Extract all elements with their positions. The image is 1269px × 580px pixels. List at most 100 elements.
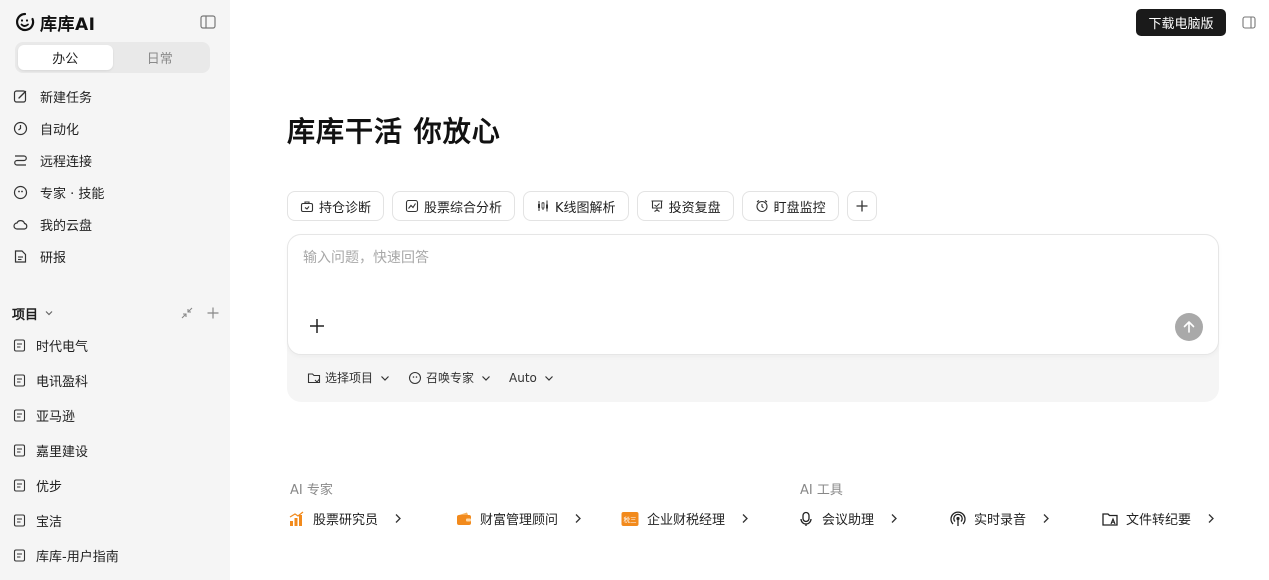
chip-label: 持仓诊断 xyxy=(319,200,372,216)
chip-investment-review[interactable]: 投资复盘 xyxy=(636,191,734,221)
project-label: 优步 xyxy=(36,480,63,495)
brand[interactable]: 库库AI xyxy=(14,10,95,35)
add-chip-button[interactable] xyxy=(846,191,877,221)
sidebar-nav: 新建任务 自动化 远程连接 专家 · 技能 我的云盘 研报 xyxy=(0,80,230,272)
question-input[interactable] xyxy=(303,248,1183,268)
chevron-right-icon xyxy=(395,514,401,523)
folder-icon xyxy=(307,372,321,383)
document-icon xyxy=(13,514,26,527)
tool-label: 股票研究员 xyxy=(313,513,379,528)
expert-item[interactable]: 股票研究员 xyxy=(289,509,402,528)
chevron-down-icon xyxy=(381,375,389,381)
project-item[interactable]: 电讯盈科 xyxy=(0,363,230,398)
chevron-down-icon xyxy=(482,375,490,381)
chip-label: 投资复盘 xyxy=(668,200,721,216)
project-item[interactable]: 时代电气 xyxy=(0,328,230,363)
presentation-icon xyxy=(651,200,663,212)
send-button[interactable] xyxy=(1175,313,1203,341)
expert-icon xyxy=(13,185,28,199)
tool-label: 财富管理顾问 xyxy=(480,513,559,528)
document-icon xyxy=(13,444,26,457)
bar-chart-icon xyxy=(289,510,304,526)
nav-label: 新建任务 xyxy=(40,90,93,106)
mode-switch: 办公 日常 xyxy=(15,42,210,73)
tax-icon: 税三 xyxy=(621,511,639,526)
nav-cloud[interactable]: 我的云盘 xyxy=(0,208,230,240)
projects-title: 项目 xyxy=(12,307,39,323)
panel-toggle-icon[interactable] xyxy=(1242,16,1256,29)
projects-actions xyxy=(180,306,220,320)
cloud-icon xyxy=(13,219,28,230)
chip-monitoring[interactable]: 盯盘监控 xyxy=(741,191,839,221)
chip-holding-diagnosis[interactable]: 持仓诊断 xyxy=(287,191,385,221)
nav-remote[interactable]: 远程连接 xyxy=(0,144,230,176)
tool-label: 实时录音 xyxy=(974,513,1027,528)
nav-new-task[interactable]: 新建任务 xyxy=(0,80,230,112)
tool-item[interactable]: 文件转纪要 xyxy=(1102,509,1215,528)
nav-automation[interactable]: 自动化 xyxy=(0,112,230,144)
project-item[interactable]: 宝洁 xyxy=(0,503,230,538)
tool-label: 会议助理 xyxy=(822,513,875,528)
expert-item[interactable]: 税三 企业财税经理 xyxy=(621,509,749,528)
arrow-up-icon xyxy=(1183,321,1195,333)
download-desktop-button[interactable]: 下载电脑版 xyxy=(1136,9,1226,36)
composer-options: 选择项目 召唤专家 Auto xyxy=(307,369,554,386)
edit-icon xyxy=(13,89,27,103)
broadcast-icon xyxy=(950,511,966,526)
page-title: 库库干活 你放心 xyxy=(287,115,501,148)
meeting-assistant[interactable]: 会议助理 xyxy=(798,509,898,528)
summon-expert-label: 召唤专家 xyxy=(426,371,475,385)
wealth-advisor[interactable]: 财富管理顾问 xyxy=(456,509,582,528)
sidebar-toggle-icon[interactable] xyxy=(200,15,216,29)
chip-label: 股票综合分析 xyxy=(424,200,503,216)
folder-text-icon xyxy=(1102,512,1118,526)
chevron-down-icon[interactable] xyxy=(44,308,54,318)
briefcase-icon xyxy=(300,201,314,213)
nav-reports[interactable]: 研报 xyxy=(0,240,230,272)
chip-kline-analysis[interactable]: K线图解析 xyxy=(523,191,629,221)
project-label: 宝洁 xyxy=(36,515,63,530)
tab-daily[interactable]: 日常 xyxy=(113,45,208,70)
sidebar: 库库AI 办公 日常 新建任务 自动化 远程连接 专家 · 技能 我的云盘 研报… xyxy=(0,0,230,580)
project-label: 嘉里建设 xyxy=(36,445,89,460)
plus-icon xyxy=(856,200,868,212)
tool-label: 企业财税经理 xyxy=(647,513,726,528)
document-icon xyxy=(13,339,26,352)
realtime-recording[interactable]: 实时录音 xyxy=(950,509,1050,528)
add-project-icon[interactable] xyxy=(206,306,220,320)
model-dropdown[interactable]: Auto xyxy=(509,371,554,385)
chevron-right-icon xyxy=(891,514,897,523)
tool-item[interactable]: 实时录音 xyxy=(950,509,1050,528)
smile-face-icon xyxy=(16,12,35,32)
project-item[interactable]: 库库-用户指南 xyxy=(0,538,230,573)
project-item[interactable]: 嘉里建设 xyxy=(0,433,230,468)
tax-badge-text: 税三 xyxy=(624,515,638,524)
file-to-minutes[interactable]: 文件转纪要 xyxy=(1102,509,1215,528)
chip-stock-analysis[interactable]: 股票综合分析 xyxy=(392,191,516,221)
tab-office[interactable]: 办公 xyxy=(18,45,113,70)
nav-label: 专家 · 技能 xyxy=(40,186,105,202)
chevron-down-icon xyxy=(544,375,553,381)
document-icon xyxy=(13,374,26,387)
select-project-dropdown[interactable]: 选择项目 xyxy=(307,369,390,386)
composer-container: 选择项目 召唤专家 Auto xyxy=(287,234,1219,402)
nav-label: 我的云盘 xyxy=(40,218,93,234)
project-item[interactable]: 优步 xyxy=(0,468,230,503)
chevron-right-icon xyxy=(1208,514,1214,523)
expert-item[interactable]: 财富管理顾问 xyxy=(456,509,582,528)
project-item[interactable]: 亚马逊 xyxy=(0,398,230,433)
stock-researcher[interactable]: 股票研究员 xyxy=(289,509,402,528)
collapse-icon[interactable] xyxy=(180,306,194,320)
nav-experts[interactable]: 专家 · 技能 xyxy=(0,176,230,208)
candlestick-icon xyxy=(538,200,549,212)
tax-manager[interactable]: 税三 企业财税经理 xyxy=(621,509,749,528)
plus-icon[interactable] xyxy=(308,317,326,335)
tool-item[interactable]: 会议助理 xyxy=(798,509,898,528)
summon-expert-dropdown[interactable]: 召唤专家 xyxy=(408,369,491,386)
microphone-icon xyxy=(800,511,812,526)
chevron-right-icon xyxy=(742,514,748,523)
document-icon xyxy=(13,549,26,562)
model-label: Auto xyxy=(509,370,537,385)
document-icon xyxy=(13,479,26,492)
clock-icon xyxy=(13,121,28,135)
